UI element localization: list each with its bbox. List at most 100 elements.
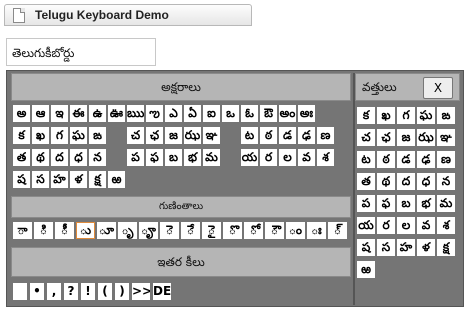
key[interactable]: ీ bbox=[55, 222, 74, 239]
key[interactable]: న bbox=[89, 149, 106, 166]
key[interactable]: భ bbox=[417, 195, 435, 212]
key[interactable]: ఠ bbox=[260, 127, 277, 144]
browser-tab[interactable]: Telugu Keyboard Demo bbox=[4, 4, 252, 26]
key[interactable]: ఢ bbox=[417, 151, 435, 168]
key[interactable]: ళ bbox=[417, 239, 435, 256]
key[interactable]: ఊ bbox=[108, 105, 125, 122]
key[interactable]: చ bbox=[357, 129, 375, 146]
key[interactable]: వ bbox=[298, 149, 315, 166]
key[interactable]: ష bbox=[357, 239, 375, 256]
key[interactable]: జ bbox=[165, 127, 182, 144]
key[interactable]: ః bbox=[307, 222, 326, 239]
key[interactable]: , bbox=[47, 283, 61, 300]
key[interactable]: ర bbox=[260, 149, 277, 166]
key[interactable]: ే bbox=[181, 222, 200, 239]
key[interactable]: ం bbox=[286, 222, 305, 239]
key[interactable]: ఌ bbox=[146, 105, 163, 122]
key[interactable]: ఞ bbox=[437, 129, 455, 146]
key[interactable]: త bbox=[357, 173, 375, 190]
key[interactable]: DEL bbox=[153, 283, 171, 300]
key[interactable]: ? bbox=[64, 283, 78, 300]
key[interactable]: ( bbox=[98, 283, 112, 300]
key[interactable]: ఝ bbox=[184, 127, 201, 144]
key[interactable]: బ bbox=[397, 195, 415, 212]
key[interactable]: ో bbox=[244, 222, 263, 239]
key[interactable]: స bbox=[32, 171, 49, 188]
key[interactable]: ఫ bbox=[146, 149, 163, 166]
key[interactable]: క్ష bbox=[89, 171, 106, 188]
key[interactable]: గ bbox=[51, 127, 68, 144]
key[interactable]: ఢ bbox=[298, 127, 315, 144]
key[interactable]: ద bbox=[51, 149, 68, 166]
key[interactable]: ఫ bbox=[377, 195, 395, 212]
key[interactable]: హ bbox=[397, 239, 415, 256]
telugu-text-input[interactable]: తెలుగుకీబోర్డు bbox=[6, 38, 156, 66]
key[interactable]: ఉ bbox=[89, 105, 106, 122]
key[interactable]: శ bbox=[437, 217, 455, 234]
key[interactable]: ఈ bbox=[70, 105, 87, 122]
key[interactable]: చ bbox=[127, 127, 144, 144]
key[interactable]: జ bbox=[397, 129, 415, 146]
key[interactable]: ఆ bbox=[32, 105, 49, 122]
key[interactable]: ఞ bbox=[203, 127, 220, 144]
key[interactable]: ) bbox=[115, 283, 129, 300]
key[interactable]: ష bbox=[13, 171, 30, 188]
key[interactable]: ఋ bbox=[127, 105, 144, 122]
key[interactable]: ఒ bbox=[222, 105, 239, 122]
key[interactable]: క్ష bbox=[437, 239, 455, 256]
key[interactable]: ఱ bbox=[357, 261, 375, 278]
key[interactable]: ొ bbox=[223, 222, 242, 239]
key[interactable]: ఱ bbox=[108, 171, 125, 188]
key[interactable]: ప bbox=[357, 195, 375, 212]
key[interactable]: ధ bbox=[417, 173, 435, 190]
key[interactable]: హ bbox=[51, 171, 68, 188]
key[interactable]: ా bbox=[13, 222, 32, 239]
key[interactable]: అం bbox=[279, 105, 296, 122]
key[interactable]: ద bbox=[397, 173, 415, 190]
key[interactable]: ఠ bbox=[377, 151, 395, 168]
key[interactable]: ఓ bbox=[241, 105, 258, 122]
key[interactable]: ౌ bbox=[265, 222, 284, 239]
key[interactable]: అః bbox=[298, 105, 315, 122]
key[interactable]: గ bbox=[397, 107, 415, 124]
key[interactable]: ఖ bbox=[32, 127, 49, 144]
key[interactable]: ె bbox=[160, 222, 179, 239]
key[interactable]: అ bbox=[13, 105, 30, 122]
key[interactable]: ౄ bbox=[139, 222, 158, 239]
key[interactable]: వ bbox=[417, 217, 435, 234]
key[interactable]: ఇ bbox=[51, 105, 68, 122]
key[interactable]: • bbox=[30, 283, 44, 300]
key[interactable]: ళ bbox=[70, 171, 87, 188]
key[interactable]: ట bbox=[357, 151, 375, 168]
key[interactable]: ృ bbox=[118, 222, 137, 239]
key[interactable]: ఏ bbox=[184, 105, 201, 122]
key[interactable]: థ bbox=[32, 149, 49, 166]
key[interactable]: ఎ bbox=[165, 105, 182, 122]
key[interactable]: ఙ bbox=[437, 107, 455, 124]
key[interactable]: ఛ bbox=[377, 129, 395, 146]
key[interactable]: ల bbox=[397, 217, 415, 234]
key[interactable]: ఐ bbox=[203, 105, 220, 122]
key[interactable]: య bbox=[241, 149, 258, 166]
key[interactable]: భ bbox=[184, 149, 201, 166]
key[interactable]: ు bbox=[76, 222, 95, 239]
key[interactable]: ఙ bbox=[89, 127, 106, 144]
key[interactable]: క bbox=[357, 107, 375, 124]
close-button[interactable]: X bbox=[423, 77, 453, 99]
key[interactable]: డ bbox=[279, 127, 296, 144]
key[interactable]: ణ bbox=[437, 151, 455, 168]
key[interactable]: మ bbox=[203, 149, 220, 166]
key[interactable]: స bbox=[377, 239, 395, 256]
key[interactable]: ై bbox=[202, 222, 221, 239]
key[interactable]: >> bbox=[132, 283, 150, 300]
key[interactable]: ణ bbox=[317, 127, 334, 144]
key[interactable]: ఝ bbox=[417, 129, 435, 146]
key[interactable]: ఛ bbox=[146, 127, 163, 144]
key[interactable]: ! bbox=[81, 283, 95, 300]
key[interactable]: ి bbox=[34, 222, 53, 239]
key[interactable]: ్ bbox=[328, 222, 347, 239]
key[interactable]: ఔ bbox=[260, 105, 277, 122]
key[interactable]: ల bbox=[279, 149, 296, 166]
key[interactable]: క bbox=[13, 127, 30, 144]
key[interactable]: య bbox=[357, 217, 375, 234]
